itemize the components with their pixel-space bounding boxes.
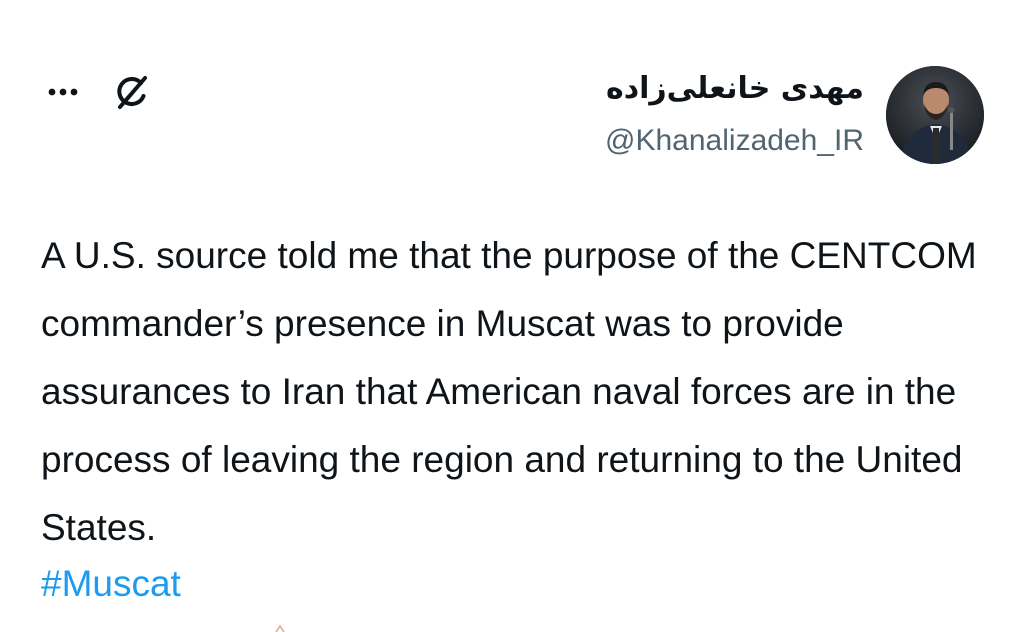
author-handle[interactable]: @Khanalizadeh_IR (605, 121, 864, 161)
author-text: مهدی خانعلی‌زاده @Khanalizadeh_IR (605, 69, 864, 161)
hashtag-link[interactable]: #Muscat (41, 556, 181, 612)
tweet-author[interactable]: مهدی خانعلی‌زاده @Khanalizadeh_IR (605, 66, 984, 164)
tweet-actions (48, 72, 152, 112)
avatar-photo (886, 66, 984, 164)
edit-indicator-icon (275, 624, 285, 632)
tweet-header: مهدی خانعلی‌زاده @Khanalizadeh_IR (40, 62, 984, 172)
tweet-text: A U.S. source told me that the purpose o… (41, 235, 977, 548)
avatar[interactable] (886, 66, 984, 164)
grok-icon (117, 76, 147, 109)
tweet-card: مهدی خانعلی‌زاده @Khanalizadeh_IR (0, 0, 1024, 632)
more-button[interactable] (48, 77, 78, 107)
more-dots-icon (48, 88, 78, 96)
author-display-name[interactable]: مهدی خانعلی‌زاده (606, 69, 864, 109)
grok-button[interactable] (112, 72, 152, 112)
